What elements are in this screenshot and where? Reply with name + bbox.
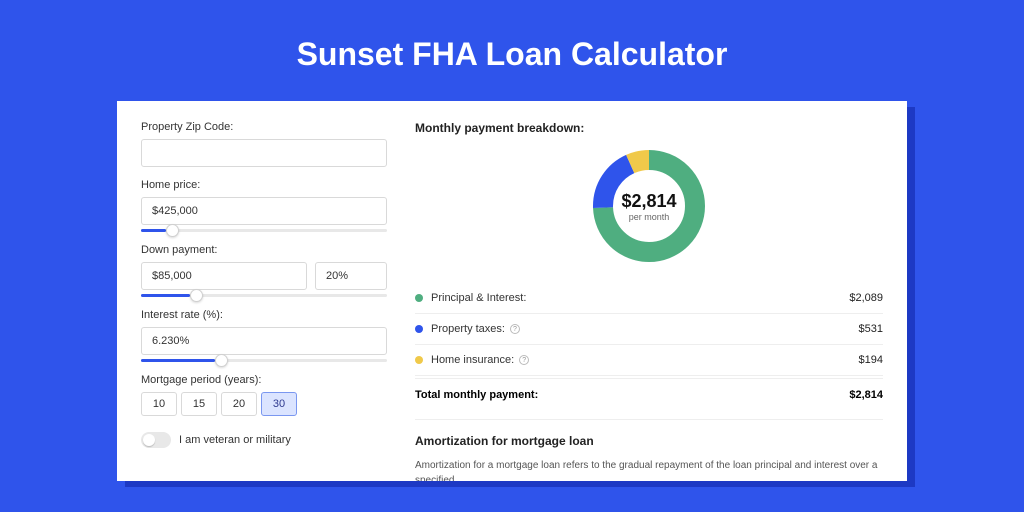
zip-input[interactable] xyxy=(141,139,387,167)
home-price-label: Home price: xyxy=(141,179,387,191)
slider-handle-icon[interactable] xyxy=(166,224,179,237)
period-button-20[interactable]: 20 xyxy=(221,392,257,416)
breakdown-title: Monthly payment breakdown: xyxy=(415,121,883,135)
legend-row-principal: Principal & Interest: $2,089 xyxy=(415,283,883,314)
period-button-10[interactable]: 10 xyxy=(141,392,177,416)
donut-center-amount: $2,814 xyxy=(621,191,676,212)
dot-icon xyxy=(415,356,423,364)
legend-value: $531 xyxy=(859,323,883,335)
zip-label: Property Zip Code: xyxy=(141,121,387,133)
amortization-body: Amortization for a mortgage loan refers … xyxy=(415,458,883,481)
down-payment-percent-input[interactable] xyxy=(315,262,387,290)
legend-value: $194 xyxy=(859,354,883,366)
breakdown-legend: Principal & Interest: $2,089 Property ta… xyxy=(415,283,883,415)
total-label: Total monthly payment: xyxy=(415,389,849,401)
legend-label: Property taxes: ? xyxy=(431,323,859,335)
dot-icon xyxy=(415,294,423,302)
interest-rate-input[interactable] xyxy=(141,327,387,355)
divider xyxy=(415,419,883,420)
mortgage-period-label: Mortgage period (years): xyxy=(141,374,387,386)
slider-handle-icon[interactable] xyxy=(215,354,228,367)
veteran-toggle[interactable] xyxy=(141,432,171,448)
payment-donut-chart: $2,814 per month xyxy=(590,147,708,265)
info-icon[interactable]: ? xyxy=(519,355,529,365)
interest-rate-slider[interactable] xyxy=(141,359,387,362)
calculator-card: Property Zip Code: Home price: Down paym… xyxy=(117,101,907,481)
down-payment-slider[interactable] xyxy=(141,294,387,297)
home-price-slider[interactable] xyxy=(141,229,387,232)
period-button-15[interactable]: 15 xyxy=(181,392,217,416)
down-payment-label: Down payment: xyxy=(141,244,387,256)
legend-value: $2,089 xyxy=(849,292,883,304)
donut-center-sub: per month xyxy=(629,212,670,222)
home-price-input[interactable] xyxy=(141,197,387,225)
period-button-30[interactable]: 30 xyxy=(261,392,297,416)
mortgage-period-group: 10 15 20 30 xyxy=(141,392,387,416)
legend-label: Home insurance: ? xyxy=(431,354,859,366)
amortization-title: Amortization for mortgage loan xyxy=(415,434,883,448)
total-row: Total monthly payment: $2,814 xyxy=(415,378,883,415)
legend-label: Principal & Interest: xyxy=(431,292,849,304)
veteran-label: I am veteran or military xyxy=(179,434,291,446)
legend-row-taxes: Property taxes: ? $531 xyxy=(415,314,883,345)
dot-icon xyxy=(415,325,423,333)
legend-row-insurance: Home insurance: ? $194 xyxy=(415,345,883,376)
down-payment-amount-input[interactable] xyxy=(141,262,307,290)
results-panel: Monthly payment breakdown: $2,814 per mo… xyxy=(415,121,883,481)
form-panel: Property Zip Code: Home price: Down paym… xyxy=(141,121,387,481)
slider-handle-icon[interactable] xyxy=(190,289,203,302)
interest-rate-label: Interest rate (%): xyxy=(141,309,387,321)
info-icon[interactable]: ? xyxy=(510,324,520,334)
total-value: $2,814 xyxy=(849,389,883,401)
page-title: Sunset FHA Loan Calculator xyxy=(0,0,1024,101)
